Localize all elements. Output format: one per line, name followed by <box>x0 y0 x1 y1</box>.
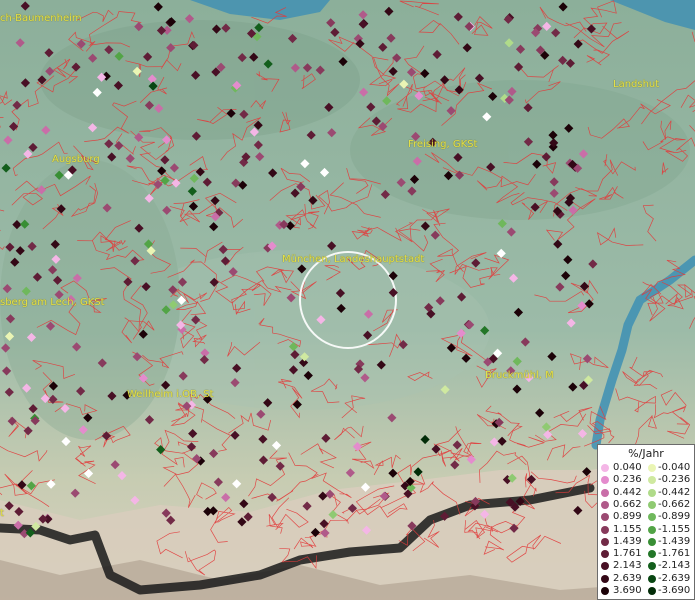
legend-label: 1.155 <box>613 523 642 535</box>
legend-row: 0.662 -0.662 <box>601 498 693 511</box>
legend-label: -0.040 <box>658 462 691 473</box>
legend-label: 0.662 <box>613 498 642 510</box>
legend-label: 0.899 <box>613 511 642 523</box>
legend-label: 1.439 <box>613 535 642 547</box>
place-label-landshut: Landshut <box>613 79 660 90</box>
place-label-weilheim: Weilheim i.OB, St <box>127 389 214 400</box>
legend-label: 1.761 <box>613 548 642 560</box>
map-legend: %/Jahr 0.040 -0.040 0.236 -0.236 0.442 -0.442… <box>597 444 695 600</box>
legend-swatch <box>648 525 656 534</box>
legend-label: -1.439 <box>658 535 691 547</box>
legend-swatch <box>601 550 609 559</box>
legend-label: -1.761 <box>658 548 691 560</box>
legend-label: -0.662 <box>658 498 691 510</box>
legend-row: 0.899 -0.899 <box>601 511 693 523</box>
place-label-muenchen: München, Landeshauptstadt <box>282 254 425 265</box>
legend-label: -0.899 <box>658 511 691 523</box>
legend-label: 3.690 <box>613 585 642 596</box>
legend-swatch <box>648 513 656 522</box>
legend-label: 2.639 <box>613 572 642 584</box>
legend-row: 3.690 -3.690 <box>601 585 693 597</box>
legend-swatch <box>648 574 656 583</box>
legend-row: 1.761 -1.761 <box>601 548 693 560</box>
legend-swatch <box>648 464 656 472</box>
place-label-baumenheim: ch-Baumenheim <box>0 13 82 24</box>
legend-row: 0.040 -0.040 <box>601 462 693 474</box>
legend-row: 2.639 -2.639 <box>601 572 693 585</box>
legend-label: -1.155 <box>658 523 691 535</box>
place-label-edge: t <box>0 508 4 519</box>
legend-row: 0.236 -0.236 <box>601 474 693 486</box>
place-label-bruckmuehl: Bruckmühl, M <box>485 370 554 381</box>
legend-label: -0.236 <box>658 474 691 486</box>
legend-swatch <box>648 550 656 559</box>
legend-swatch <box>601 513 609 522</box>
legend-label: -2.639 <box>658 572 691 584</box>
legend-label: 0.442 <box>613 486 642 498</box>
legend-swatch <box>601 476 609 485</box>
legend-row: 2.143 -2.143 <box>601 560 693 572</box>
legend-label: -3.690 <box>658 585 691 596</box>
legend-swatch <box>648 488 656 497</box>
legend-label: -0.442 <box>658 486 691 498</box>
legend-swatch <box>601 562 609 571</box>
legend-swatch <box>601 525 609 534</box>
legend-row: 0.442 -0.442 <box>601 486 693 499</box>
legend-label: 0.236 <box>613 474 642 486</box>
legend-label: -2.143 <box>658 560 691 572</box>
legend-swatch <box>601 464 609 472</box>
place-label-augsburg: Augsburg <box>52 154 100 165</box>
place-label-landsberg: sberg am Lech, GKSt <box>0 297 105 308</box>
legend-swatch <box>601 574 609 583</box>
place-label-freising: Freising, GKSt <box>408 139 478 150</box>
legend-label: 2.143 <box>613 560 642 572</box>
legend-swatch <box>601 500 609 509</box>
legend-swatch <box>648 562 656 571</box>
legend-row: 1.155 -1.155 <box>601 523 693 536</box>
legend-swatch <box>601 488 609 497</box>
legend-swatch <box>648 587 656 595</box>
legend-row: 1.439 -1.439 <box>601 535 693 548</box>
legend-swatch <box>648 537 656 546</box>
legend-swatch <box>648 476 656 485</box>
legend-swatch <box>648 500 656 509</box>
legend-swatch <box>601 537 609 546</box>
legend-swatch <box>601 587 609 595</box>
legend-label: 0.040 <box>613 462 642 473</box>
legend-title: %/Jahr <box>628 447 664 460</box>
